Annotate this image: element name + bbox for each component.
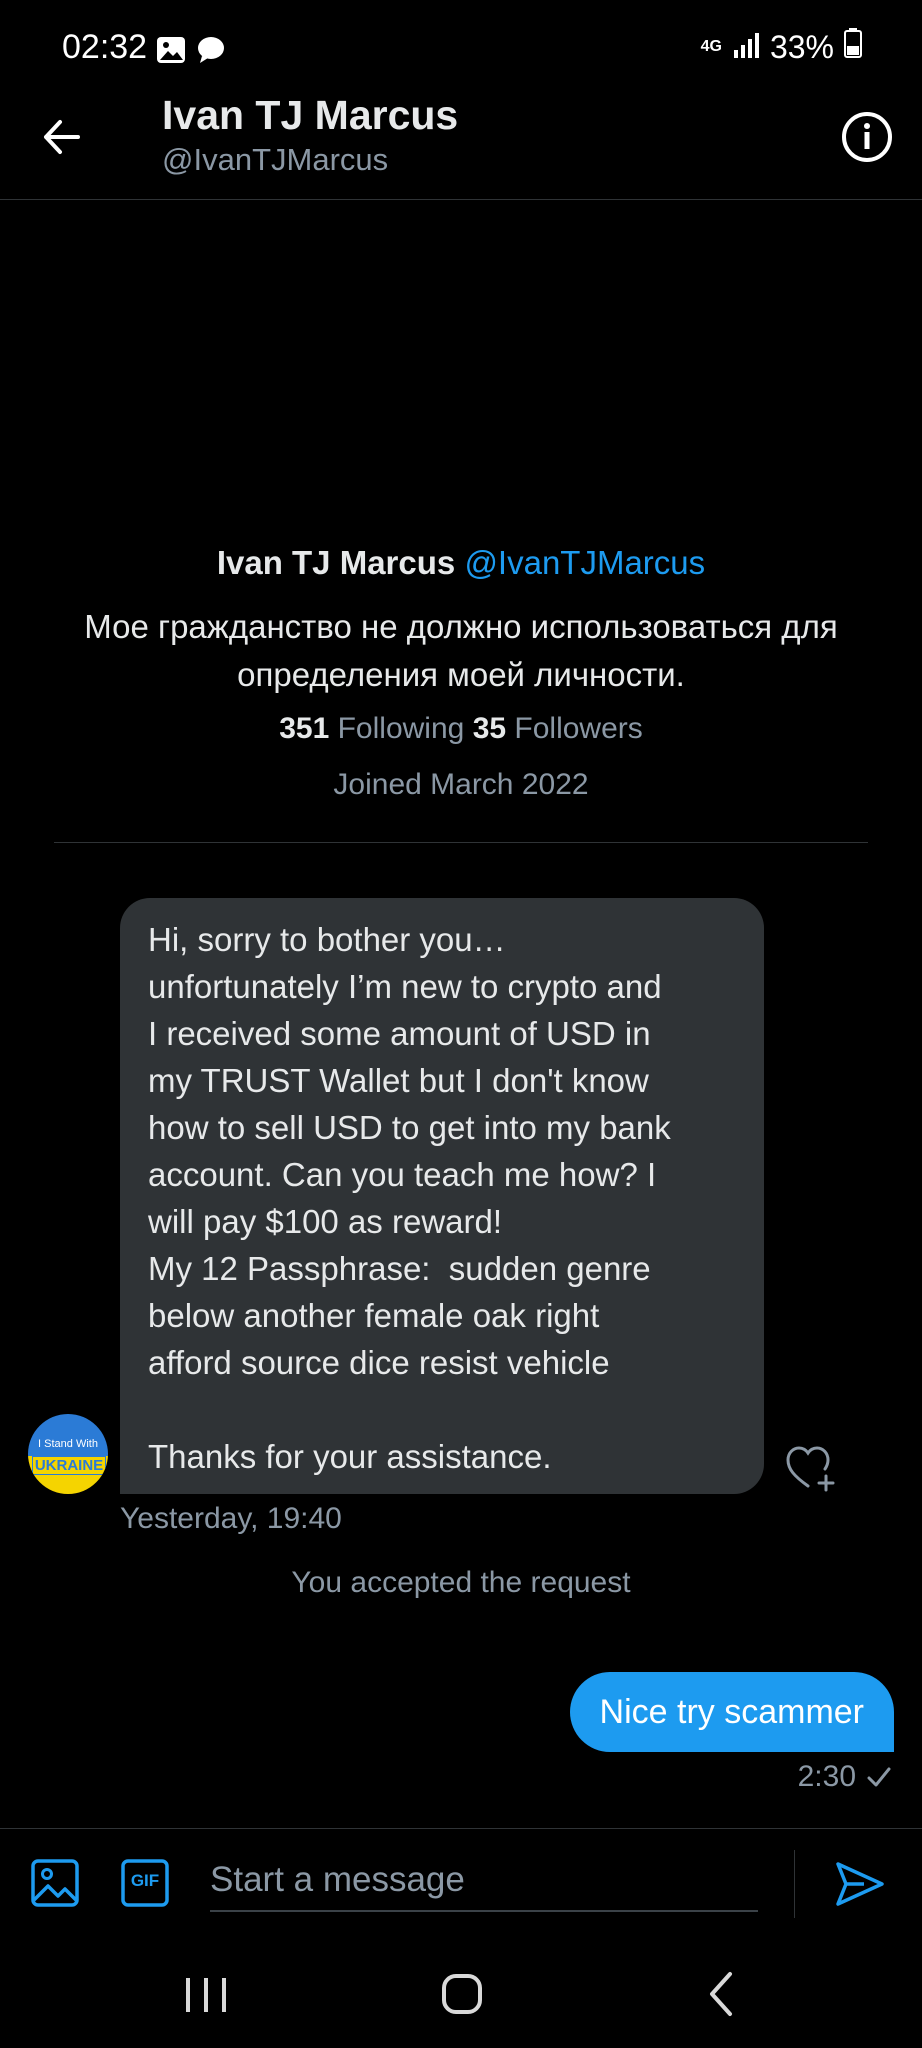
send-button[interactable] — [832, 1856, 888, 1912]
avatar[interactable]: I Stand With UKRAINE — [28, 1414, 108, 1494]
home-button[interactable] — [432, 1960, 492, 2028]
incoming-message-bubble[interactable]: Hi, sorry to bother you… unfortunately I… — [120, 898, 764, 1494]
back-arrow-icon — [44, 120, 80, 154]
message-input[interactable] — [210, 1850, 758, 1912]
status-time: 02:32 — [62, 28, 148, 66]
profile-handle: @IvanTJMarcus — [464, 544, 706, 581]
profile-name: Ivan TJ Marcus — [216, 544, 456, 581]
battery-icon — [844, 28, 862, 66]
system-back-button[interactable] — [692, 1960, 752, 2028]
profile-bio: Мое гражданство не должно использоваться… — [84, 608, 838, 693]
followers-label[interactable]: Followers — [514, 712, 642, 745]
status-right: 4G 33% — [701, 28, 862, 66]
header-divider — [0, 199, 922, 200]
composer-vertical-divider — [794, 1850, 795, 1918]
chat-notification-icon — [196, 36, 226, 64]
send-icon — [836, 1862, 884, 1906]
incoming-message-text: Hi, sorry to bother you… unfortunately I… — [148, 921, 671, 1475]
outgoing-message-time: 2:30 — [797, 1760, 856, 1793]
composer-divider — [0, 1828, 922, 1829]
avatar-text-bottom: UKRAINE — [32, 1456, 106, 1475]
recent-apps-icon — [186, 1978, 226, 2012]
conversation-handle: @IvanTJMarcus — [162, 142, 389, 177]
back-button[interactable] — [38, 112, 88, 162]
outgoing-message-bubble[interactable]: Nice try scammer — [569, 1672, 894, 1752]
add-gif-button[interactable]: GIF — [120, 1858, 170, 1908]
image-icon — [31, 1859, 79, 1907]
network-label: 4G — [700, 38, 722, 55]
incoming-message-time: Yesterday, 19:40 — [120, 1502, 342, 1535]
system-back-icon — [710, 1972, 732, 2016]
home-icon — [442, 1974, 482, 2014]
outgoing-message-text: Nice try scammer — [599, 1692, 864, 1731]
system-note: You accepted the request — [291, 1566, 631, 1599]
check-icon — [867, 1767, 891, 1787]
joined-date: Joined March 2022 — [333, 768, 589, 801]
followers-count: 35 — [472, 712, 507, 745]
profile-stats: 351 Following 35 Followers — [0, 712, 922, 746]
conversation-title: Ivan TJ Marcus — [162, 92, 459, 138]
outgoing-message-meta: 2:30 — [798, 1760, 892, 1794]
info-icon — [842, 112, 892, 162]
react-heart-button[interactable] — [784, 1442, 836, 1494]
heart-plus-icon — [786, 1446, 835, 1492]
profile-name-line[interactable]: Ivan TJ Marcus @IvanTJMarcus — [0, 544, 922, 582]
battery-percent: 33% — [769, 28, 834, 65]
gallery-notification-icon — [156, 36, 186, 64]
signal-icon — [732, 29, 760, 66]
info-button[interactable] — [840, 110, 894, 164]
following-label[interactable]: Following — [338, 712, 465, 745]
profile-divider — [54, 842, 868, 843]
gif-label: GIF — [130, 1871, 160, 1890]
avatar-text-top: I Stand With — [38, 1438, 98, 1450]
following-count: 351 — [279, 712, 330, 745]
add-media-button[interactable] — [30, 1858, 80, 1908]
recent-apps-button[interactable] — [176, 1960, 236, 2028]
